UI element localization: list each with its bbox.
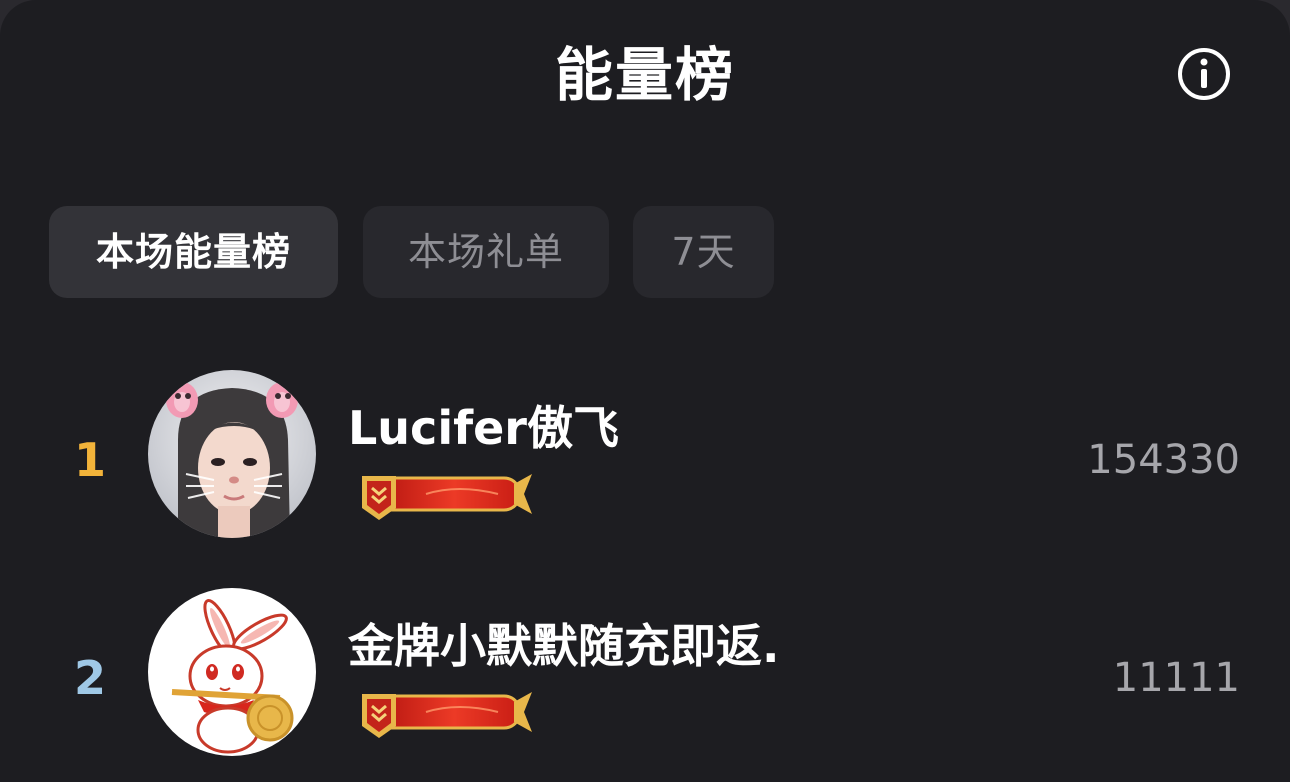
user-name: 金牌小默默随充即返. [348,619,780,673]
level-badge [348,464,534,524]
tab-session-gifts[interactable]: 本场礼单 [363,206,609,298]
ranking-row[interactable]: 1 Lucifer傲飞 154330 [0,370,1290,550]
ranking-row[interactable]: 2 金牌小默默随充即返. 11111 [0,588,1290,768]
tab-session-energy[interactable]: 本场能量榜 [49,206,338,298]
rank-number: 2 [73,651,106,705]
energy-score: 11111 [1112,655,1240,701]
tab-7-days[interactable]: 7天 [633,206,774,298]
level-badge [348,682,534,742]
avatar-rabbit [148,588,316,756]
avatar-photo [148,370,316,538]
avatar[interactable] [148,370,316,538]
energy-ranking-panel: 能量榜 本场能量榜 本场礼单 7天 1 Lucifer傲飞 154330 2 金… [0,0,1290,782]
energy-score: 154330 [1087,437,1240,483]
info-icon [1178,48,1230,100]
user-name: Lucifer傲飞 [348,401,619,455]
avatar[interactable] [148,588,316,756]
page-title: 能量榜 [554,41,735,109]
info-button[interactable] [1176,46,1232,102]
rank-number: 1 [73,433,106,487]
